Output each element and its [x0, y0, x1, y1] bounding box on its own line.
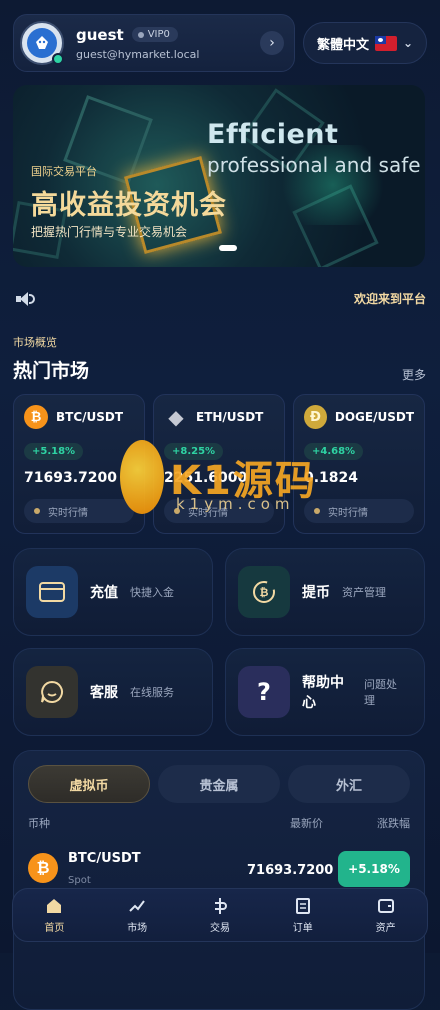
col-price: 最新价: [290, 817, 323, 830]
market-more-link[interactable]: 更多: [402, 366, 426, 383]
deposit-label: 充值: [90, 585, 118, 601]
eth-icon: ◆: [168, 405, 184, 429]
user-email: guest@hymarket.local: [76, 47, 200, 61]
nav-home-label: 首页: [44, 922, 65, 934]
row-change: +5.18%: [338, 851, 410, 887]
vip-badge: VIP0: [131, 27, 178, 42]
row-sub: Spot: [68, 875, 91, 886]
user-card[interactable]: guest VIP0 guest@hymarket.local ›: [13, 14, 295, 72]
banner-en-title: Efficient: [207, 119, 339, 150]
online-status-dot: [52, 53, 64, 65]
market-card-tag: 实时行情: [24, 499, 134, 523]
list-row[interactable]: ₿ BTC/USDT Spot 71693.7200 +5.18%: [28, 851, 410, 891]
avatar-mascot-icon: [27, 28, 57, 58]
nav-orders-label: 订单: [292, 922, 313, 934]
row-price: 71693.7200: [247, 863, 334, 878]
market-title: 热门市场: [13, 360, 90, 382]
col-change: 涨跌幅: [377, 817, 410, 830]
bottom-nav: 首页 市场 交易 订单 资产: [12, 888, 428, 942]
speaker-icon: [16, 291, 36, 307]
svg-text:₿: ₿: [260, 586, 269, 599]
vip-dot: [137, 31, 144, 38]
nav-market-label: 市场: [127, 922, 148, 934]
withdraw-icon: ₿: [238, 566, 290, 618]
market-tabs: 虚拟币 贵金属 外汇: [28, 765, 410, 803]
language-selector[interactable]: 繁體中文 ⌄: [303, 22, 427, 64]
tab-crypto[interactable]: 虚拟币: [28, 765, 150, 803]
withdraw-label: 提币: [302, 585, 330, 601]
vip-label: VIP0: [147, 29, 170, 40]
market-card-price: 71693.7200: [24, 470, 117, 486]
banner-en-subtitle: professional and safe: [207, 153, 421, 177]
wallet-icon: [377, 898, 394, 913]
help-icon: ?: [238, 666, 290, 718]
help-label: 帮助中心: [302, 675, 344, 711]
language-label: 繁體中文: [316, 37, 369, 53]
market-card-tag-label: 实时行情: [48, 507, 88, 519]
chevron-right-icon[interactable]: ›: [260, 31, 284, 55]
help-sub: 问题处理: [364, 678, 397, 707]
row-name: BTC/USDT: [68, 851, 141, 866]
nav-trade[interactable]: 交易: [185, 897, 255, 934]
doge-icon: Ð: [304, 405, 327, 429]
market-card-tag-label: 实时行情: [328, 507, 368, 519]
btc-icon: ₿: [24, 405, 48, 429]
market-subtitle: 市场概览: [13, 336, 57, 349]
support-label: 客服: [90, 685, 118, 701]
banner-title: 高收益投资机会: [31, 190, 227, 221]
nav-assets-label: 资产: [375, 922, 396, 934]
nav-orders[interactable]: 订单: [268, 897, 338, 934]
watermark-logo-icon: [120, 440, 164, 514]
notice-text: 欢迎来到平台: [353, 292, 426, 306]
watermark-url: k1ym.com: [176, 495, 295, 513]
trend-icon: [129, 899, 145, 912]
notice-bar: 欢迎来到平台: [16, 290, 426, 307]
banner-eyebrow: 国际交易平台: [31, 165, 97, 178]
withdraw-card[interactable]: ₿ 提币 资产管理: [225, 548, 425, 636]
chevron-down-icon: ⌄: [402, 36, 414, 50]
home-icon: [47, 898, 62, 913]
col-coin: 币种: [28, 817, 50, 830]
flag-icon: [374, 35, 397, 51]
support-card[interactable]: 客服 在线服务: [13, 648, 213, 736]
nav-trade-label: 交易: [209, 922, 230, 934]
exchange-icon: [214, 897, 227, 914]
chat-icon: [26, 666, 78, 718]
nav-market[interactable]: 市场: [102, 897, 172, 934]
market-card-symbol: DOGE/USDT: [334, 410, 414, 424]
user-info: guest VIP0 guest@hymarket.local: [76, 26, 260, 61]
deposit-sub: 快捷入金: [130, 586, 174, 599]
document-icon: [295, 897, 310, 914]
tab-forex[interactable]: 外汇: [288, 765, 410, 803]
withdraw-sub: 资产管理: [342, 586, 386, 599]
promo-banner[interactable]: Efficient professional and safe 国际交易平台 高…: [13, 85, 425, 267]
market-card-change: +5.18%: [24, 443, 84, 460]
wallet-icon: [26, 566, 78, 618]
market-card-tag: 实时行情: [304, 499, 414, 523]
user-name: guest: [76, 25, 124, 44]
nav-assets[interactable]: 资产: [351, 897, 421, 934]
header: guest VIP0 guest@hymarket.local › 繁體中文 ⌄: [13, 14, 427, 72]
market-card-symbol: ETH/USDT: [196, 410, 264, 424]
market-list-panel: 虚拟币 贵金属 外汇 币种 最新价 涨跌幅 ₿ BTC/USDT Spot 71…: [13, 750, 425, 1010]
market-card-price: 0.1824: [304, 470, 359, 486]
avatar: [20, 21, 64, 65]
tab-metals[interactable]: 贵金属: [158, 765, 280, 803]
banner-description: 把握热门行情与专业交易机会: [31, 225, 188, 239]
btc-icon: ₿: [28, 853, 58, 883]
market-card-symbol: BTC/USDT: [56, 410, 124, 424]
carousel-indicator[interactable]: [219, 245, 237, 251]
deposit-card[interactable]: 充值 快捷入金: [13, 548, 213, 636]
help-card[interactable]: ? 帮助中心 问题处理: [225, 648, 425, 736]
nav-home[interactable]: 首页: [19, 897, 89, 934]
support-sub: 在线服务: [130, 686, 174, 699]
